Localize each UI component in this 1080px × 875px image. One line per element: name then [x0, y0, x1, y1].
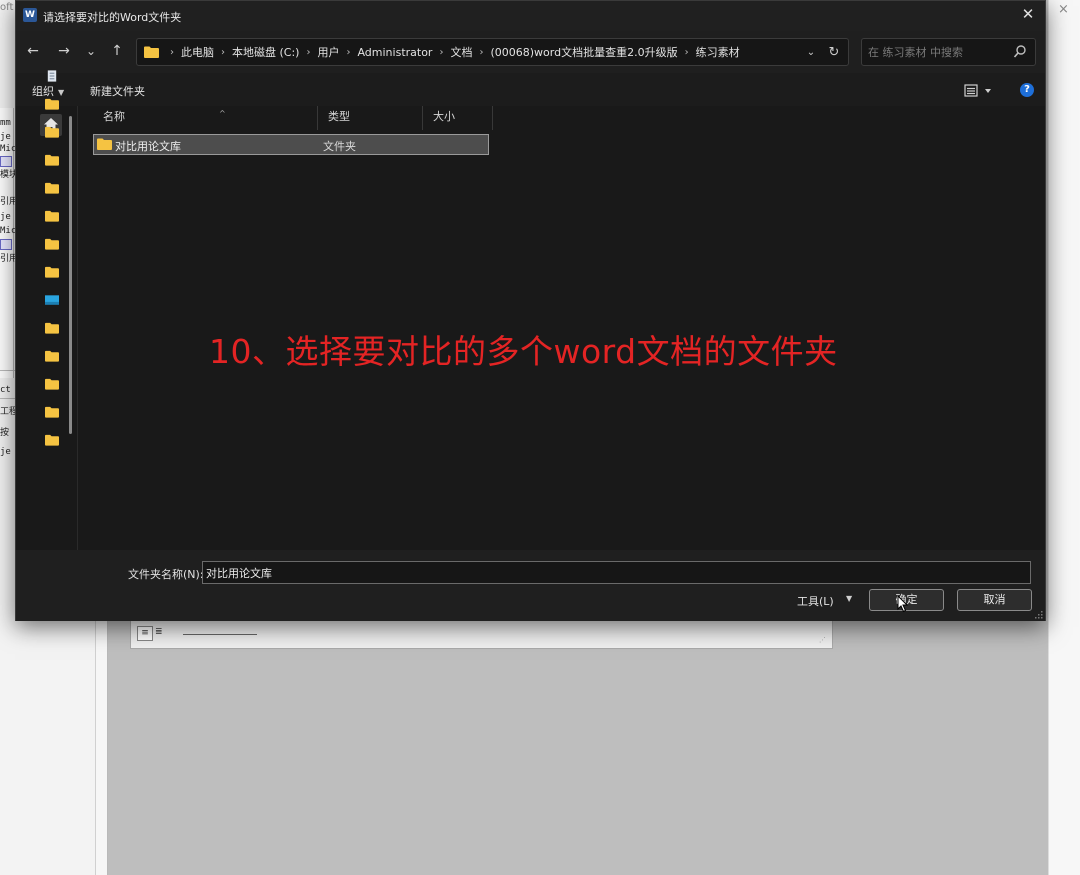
tools-chevron-down-icon[interactable]: ▼ [846, 594, 852, 603]
background-properties-panel: ≡ ≣ ⋰ [130, 617, 833, 649]
dialog-title: 请选择要对比的Word文件夹 [43, 11, 182, 24]
tutorial-annotation: 10、选择要对比的多个word文档的文件夹 [209, 332, 838, 371]
close-button[interactable]: ✕ [1011, 1, 1045, 29]
breadcrumb-item-administrator[interactable]: Administrator [356, 46, 433, 59]
command-bar: 组织 ▼ 新建文件夹 ? [16, 73, 1045, 106]
breadcrumb-separator[interactable]: › [300, 47, 316, 58]
folder-name-field[interactable] [202, 561, 1031, 584]
breadcrumb-separator[interactable]: › [473, 47, 489, 58]
breadcrumb-separator[interactable]: › [433, 47, 449, 58]
nav-document-icon[interactable] [45, 70, 59, 82]
navigation-scrollbar[interactable] [69, 116, 72, 434]
nav-folder-icon[interactable] [45, 210, 59, 222]
tools-button[interactable]: 工具(L) [797, 593, 834, 609]
module-icon [0, 156, 12, 167]
folder-icon [144, 46, 159, 58]
forward-arrow-icon[interactable]: → [52, 40, 76, 64]
organize-button[interactable]: 组织 ▼ [32, 83, 64, 99]
address-bar[interactable]: › 此电脑 › 本地磁盘 (C:) › 用户 › Administrator ›… [136, 38, 849, 66]
breadcrumb-item-users[interactable]: 用户 [316, 44, 340, 60]
nav-folder-icon[interactable] [45, 126, 59, 138]
cancel-button[interactable]: 取消 [957, 589, 1032, 611]
up-arrow-icon[interactable]: ↑ [105, 40, 129, 64]
breadcrumb-item-this-pc[interactable]: 此电脑 [180, 44, 215, 60]
resize-grip-icon[interactable] [1035, 611, 1043, 619]
folder-icon [97, 138, 112, 150]
breadcrumb: › 此电脑 › 本地磁盘 (C:) › 用户 › Administrator ›… [164, 39, 741, 65]
categorized-view-icon[interactable]: ≣ [155, 626, 169, 641]
breadcrumb-item-practice-materials[interactable]: 练习素材 [695, 44, 741, 60]
breadcrumb-item-documents[interactable]: 文档 [449, 44, 473, 60]
file-type: 文件夹 [323, 140, 356, 153]
address-history-chevron-icon[interactable]: ⌄ [802, 44, 820, 62]
file-name: 对比用论文库 [115, 140, 181, 153]
nav-folder-icon[interactable] [45, 154, 59, 166]
folder-name-label: 文件夹名称(N): [128, 568, 204, 581]
alphabetic-view-icon[interactable]: ≡ [137, 626, 153, 641]
chevron-down-icon: ▼ [58, 88, 65, 97]
mouse-cursor-icon [897, 595, 909, 613]
column-header-size[interactable]: 大小 [423, 106, 493, 130]
word-app-icon: W [23, 8, 37, 22]
nav-folder-icon[interactable] [45, 266, 59, 278]
background-line [183, 634, 257, 635]
background-title-fragment: oft [0, 2, 14, 13]
recent-locations-chevron-icon[interactable]: ⌄ [79, 40, 103, 64]
nav-folder-icon[interactable] [45, 378, 59, 390]
background-tag: Mic [0, 226, 17, 236]
nav-folder-icon[interactable] [45, 98, 59, 110]
nav-folder-icon[interactable] [45, 182, 59, 194]
list-item[interactable]: 对比用论文库 文件夹 [93, 134, 489, 155]
nav-folder-icon[interactable] [45, 322, 59, 334]
nav-folder-icon[interactable] [45, 350, 59, 362]
breadcrumb-separator: › [170, 46, 174, 58]
nav-desktop-icon[interactable] [45, 294, 59, 306]
organize-label: 组织 [32, 85, 54, 98]
background-close-icon[interactable]: × [1058, 2, 1069, 17]
folder-picker-dialog: W 请选择要对比的Word文件夹 ✕ ← → ⌄ ↑ › 此电脑 › 本地磁盘 … [15, 0, 1046, 621]
title-bar[interactable]: W 请选择要对比的Word文件夹 ✕ [16, 1, 1045, 31]
help-icon[interactable]: ? [1020, 83, 1034, 97]
background-tag: je [0, 212, 11, 222]
breadcrumb-separator[interactable]: › [679, 47, 695, 58]
view-options-icon[interactable] [964, 82, 998, 100]
search-icon[interactable] [1013, 44, 1027, 60]
sort-ascending-icon: ^ [219, 109, 226, 118]
background-tag: je [0, 447, 11, 457]
navigation-pane [16, 70, 78, 550]
breadcrumb-separator[interactable]: › [340, 47, 356, 58]
background-tag: ct [0, 385, 11, 395]
column-headers: 名称 ^ 类型 大小 [93, 106, 493, 130]
nav-folder-icon[interactable] [45, 434, 59, 446]
background-tag: Mic [0, 144, 17, 154]
background-tag: 按 [0, 428, 10, 438]
background-right-edge [1048, 0, 1080, 875]
background-tag: mm [0, 118, 11, 128]
search-input[interactable] [868, 44, 1008, 60]
nav-folder-icon[interactable] [45, 406, 59, 418]
breadcrumb-item-project[interactable]: (00068)word文档批量查重2.0升级版 [489, 44, 678, 60]
dialog-footer: 文件夹名称(N): 工具(L) ▼ 确定 取消 [16, 550, 1045, 621]
nav-folder-icon[interactable] [45, 238, 59, 250]
navigation-bar: ← → ⌄ ↑ › 此电脑 › 本地磁盘 (C:) › 用户 › Adminis… [16, 31, 1045, 73]
background-tag: je [0, 132, 11, 142]
column-header-name[interactable]: 名称 ^ [93, 106, 318, 130]
file-list-pane: 名称 ^ 类型 大小 对比用论文库 文件夹 10、选择要对比的多个word文档的… [79, 106, 1045, 550]
column-header-type[interactable]: 类型 [318, 106, 423, 130]
module-icon [0, 239, 12, 250]
breadcrumb-item-local-disk[interactable]: 本地磁盘 (C:) [231, 44, 300, 60]
search-box[interactable] [861, 38, 1036, 66]
new-folder-button[interactable]: 新建文件夹 [90, 83, 145, 99]
column-label-name: 名称 [103, 110, 125, 123]
refresh-icon[interactable]: ↻ [824, 43, 844, 63]
breadcrumb-separator[interactable]: › [215, 47, 231, 58]
back-arrow-icon[interactable]: ← [21, 40, 45, 64]
background-grip-icon: ⋰ [819, 636, 826, 644]
